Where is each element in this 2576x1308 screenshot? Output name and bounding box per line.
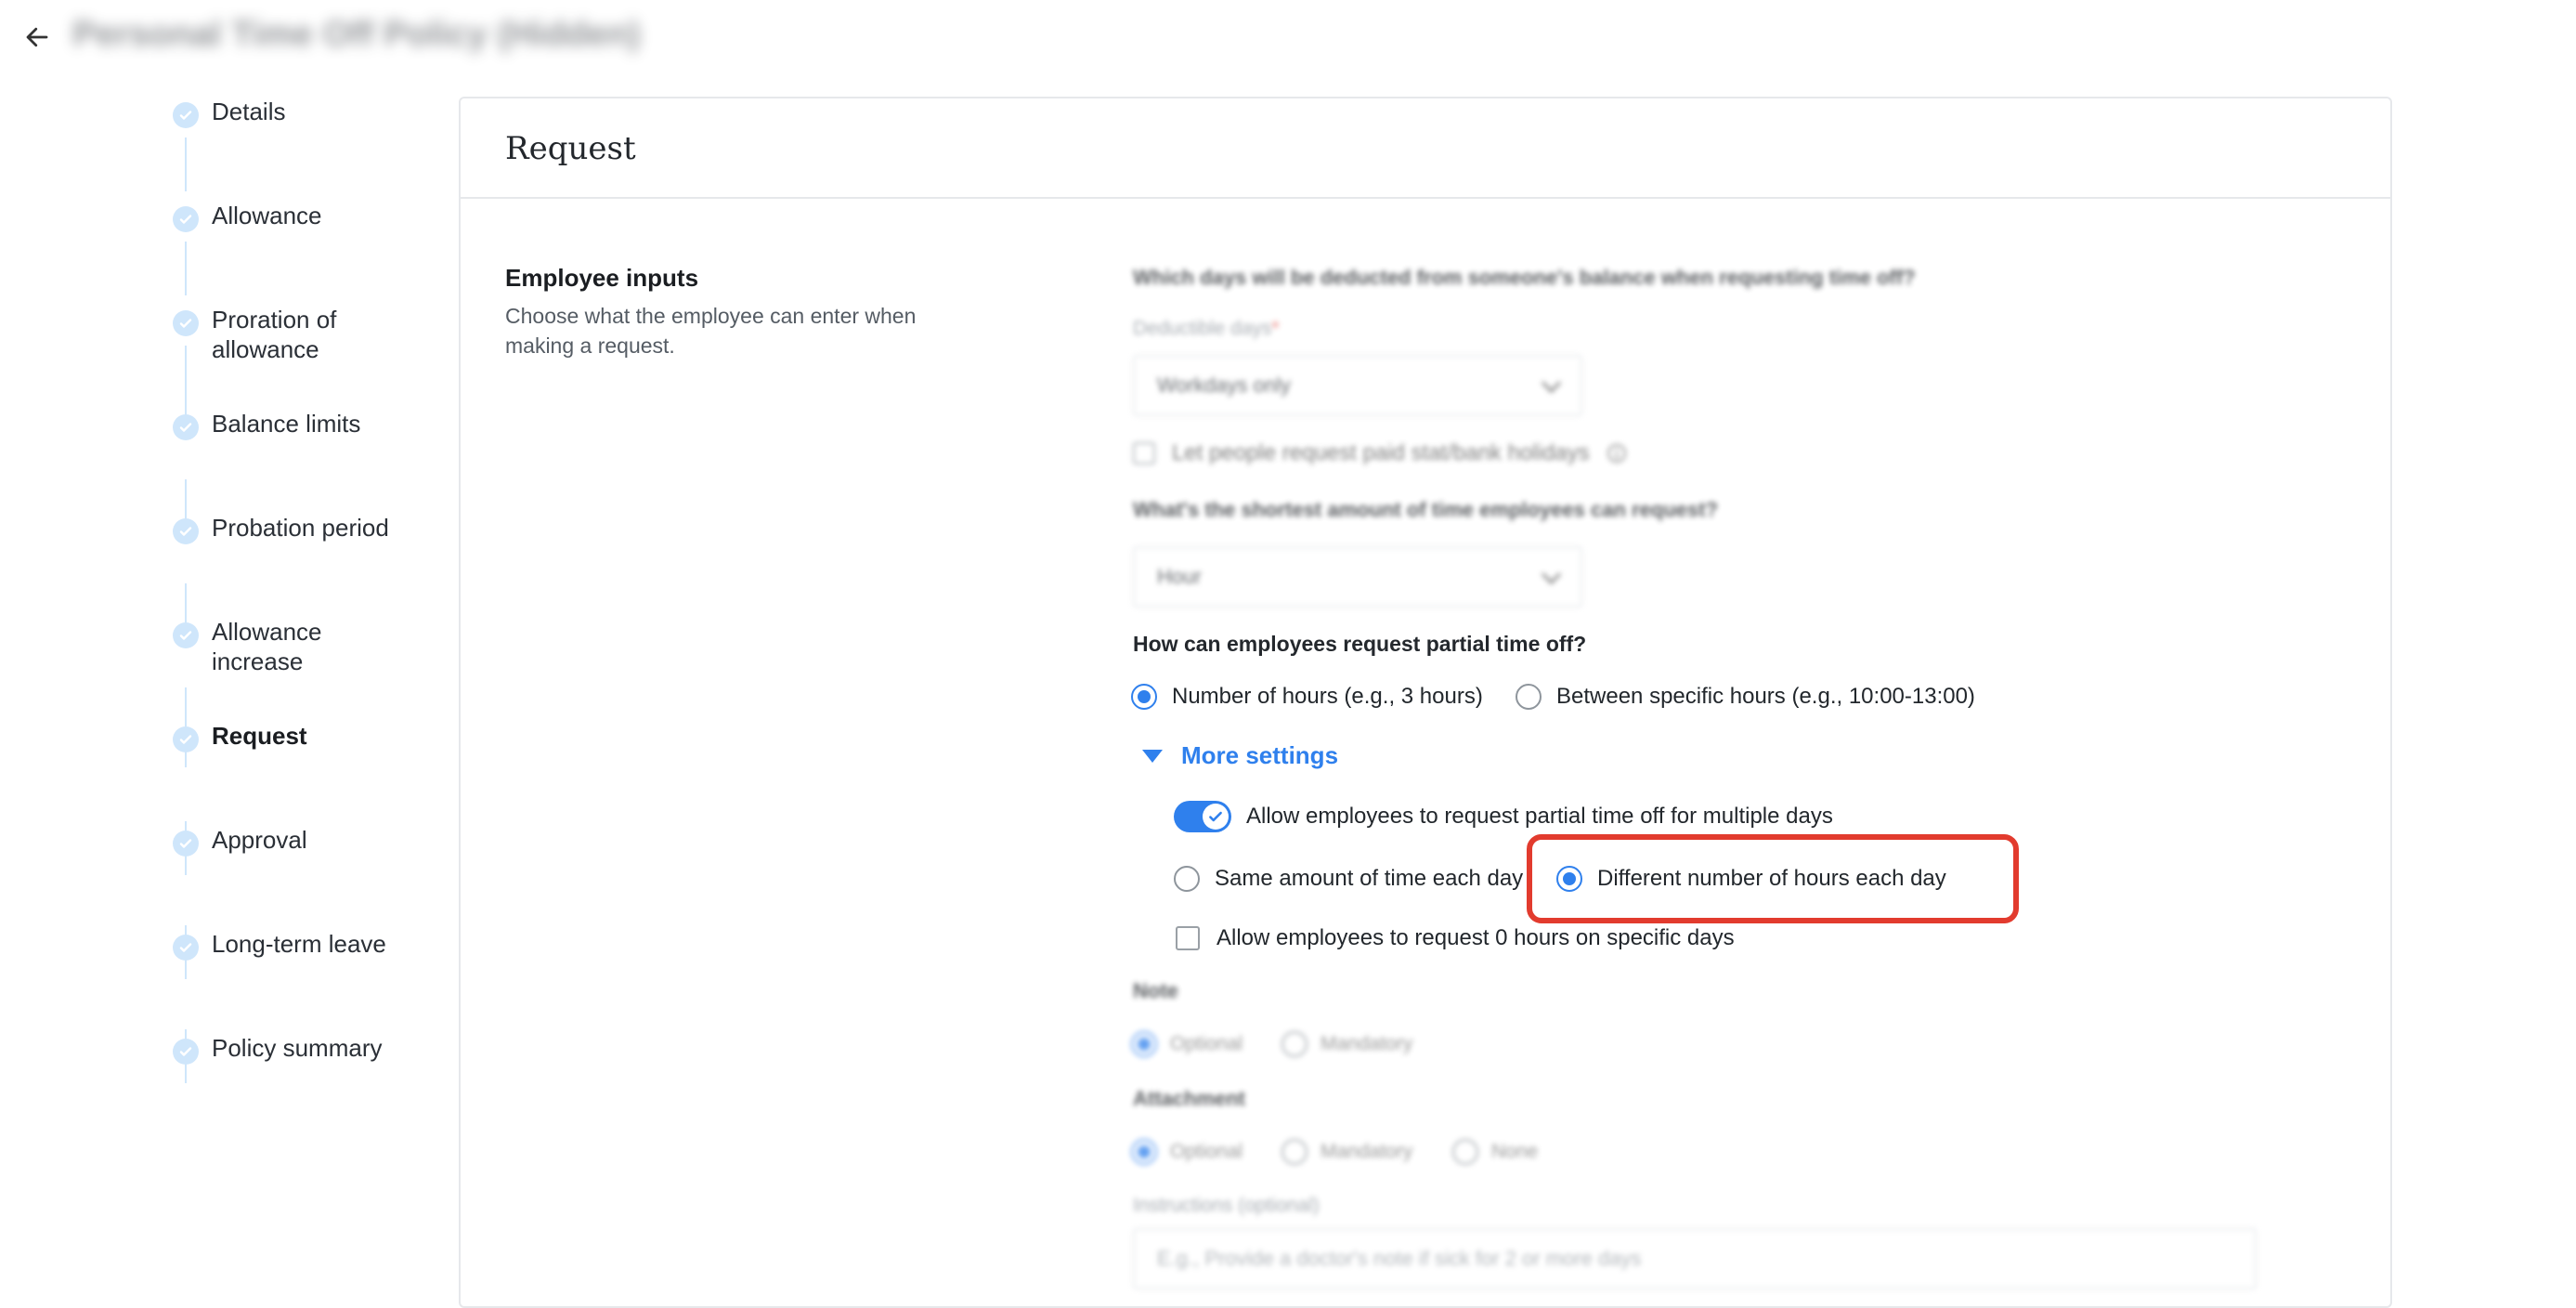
between-radio-label: Between specific hours (e.g., 10:00-13:0… [1556,684,1975,709]
shortest-question: What's the shortest amount of time emplo… [1133,498,1718,521]
attachment-mandatory-option[interactable]: Mandatory [1281,1139,1412,1165]
check-icon [173,310,199,336]
deductible-label-text: Deductible days [1133,318,1272,339]
attachment-none-label: None [1491,1141,1539,1162]
card-title: Request [505,130,636,167]
attachment-optional-label: Optional [1170,1141,1243,1162]
note-optional-label: Optional [1170,1033,1243,1054]
page-title: Personal Time Off Policy (Hidden) [72,15,641,54]
required-mark: * [1271,318,1280,339]
check-icon [173,102,199,128]
arrow-left-icon [26,27,48,47]
attachment-optional-radio[interactable] [1131,1139,1157,1165]
attachment-mandatory-label: Mandatory [1321,1141,1413,1162]
step-label: Long-term leave [212,930,386,958]
check-icon [173,726,199,752]
step-connector [185,242,187,295]
deductible-question: Which days will be deducted from someone… [1133,266,1916,289]
more-settings-toggle[interactable]: More settings [1142,741,1338,770]
same-amount-option[interactable]: Same amount of time each day [1174,866,1523,892]
shortest-time-select[interactable]: Hour [1133,546,1582,608]
zero-hours-checkbox-label: Allow employees to request 0 hours on sp… [1216,925,1735,950]
multi-day-setting: Allow employees to request partial time … [1174,801,1833,832]
attachment-none-radio[interactable] [1452,1139,1478,1165]
attachment-mandatory-radio[interactable] [1281,1139,1308,1165]
instructions-input[interactable]: E.g., Provide a doctor's note if sick fo… [1133,1228,2257,1289]
attachment-none-option[interactable]: None [1452,1139,1538,1165]
same-amount-radio-label: Same amount of time each day [1215,866,1524,891]
back-button[interactable] [19,19,56,56]
attachment-label: Attachment [1133,1087,1246,1110]
step-label: Proration of allowance [212,306,337,363]
check-icon [173,206,199,232]
instructions-label: Instructions (optional) [1133,1195,1320,1216]
chevron-down-icon [1541,564,1562,584]
caret-down-icon [1142,749,1163,763]
different-hours-option[interactable]: Different number of hours each day [1556,866,1946,892]
section-title: Employee inputs [505,264,699,292]
check-icon [173,831,199,857]
step-label: Probation period [212,514,389,542]
section-description: Choose what the employee can enter when … [505,304,917,358]
note-optional-option[interactable]: Optional [1131,1031,1242,1057]
step-label: Approval [212,826,307,854]
multi-day-toggle-label: Allow employees to request partial time … [1246,804,1833,829]
partial-option-hours[interactable]: Number of hours (e.g., 3 hours) [1131,684,1483,710]
between-radio[interactable] [1516,684,1542,710]
note-mandatory-option[interactable]: Mandatory [1281,1031,1412,1057]
step-label: Allowance [212,202,322,229]
check-icon [173,622,199,648]
step-connector [185,137,187,191]
deductible-label: Deductible days* [1133,318,1280,340]
step-label: Balance limits [212,410,361,438]
info-icon [1607,444,1626,463]
deductible-days-value: Workdays only [1157,373,1291,397]
step-label: Allowance increase [212,618,322,675]
different-hours-radio[interactable] [1556,866,1582,892]
holiday-checkbox-label: Let people request paid stat/bank holida… [1172,440,1590,465]
note-mandatory-radio[interactable] [1281,1031,1308,1057]
step-label: Request [212,722,307,750]
holiday-option: Let people request paid stat/bank holida… [1133,440,1627,466]
holiday-checkbox[interactable] [1133,442,1155,464]
shortest-time-value: Hour [1157,565,1202,588]
hours-radio[interactable] [1131,684,1157,710]
divider [461,197,2390,199]
note-mandatory-label: Mandatory [1321,1033,1413,1054]
zero-hours-option[interactable]: Allow employees to request 0 hours on sp… [1176,925,1735,951]
attachment-optional-option[interactable]: Optional [1131,1139,1242,1165]
step-label: Policy summary [212,1034,383,1062]
note-label: Note [1133,979,1178,1002]
step-label: Details [212,98,286,125]
check-icon [173,935,199,961]
deductible-days-select[interactable]: Workdays only [1133,355,1582,416]
same-amount-radio[interactable] [1174,866,1200,892]
partial-option-between[interactable]: Between specific hours (e.g., 10:00-13:0… [1516,684,1975,710]
hours-radio-label: Number of hours (e.g., 3 hours) [1172,684,1483,709]
more-settings-label: More settings [1181,741,1339,769]
multi-day-toggle[interactable] [1174,801,1231,832]
chevron-down-icon [1541,373,1562,393]
check-icon [1203,804,1229,830]
zero-hours-checkbox[interactable] [1176,926,1200,950]
check-icon [173,1039,199,1065]
note-optional-radio[interactable] [1131,1031,1157,1057]
different-hours-radio-label: Different number of hours each day [1597,866,1946,891]
check-icon [173,414,199,440]
check-icon [173,518,199,544]
partial-question: How can employees request partial time o… [1133,632,1587,656]
instructions-placeholder: E.g., Provide a doctor's note if sick fo… [1157,1247,1642,1270]
